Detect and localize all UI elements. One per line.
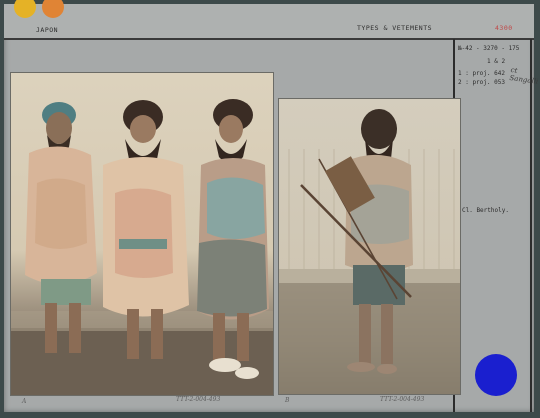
- reference-line-3: 1 : proj. 642: [458, 70, 505, 77]
- card-header: [4, 0, 534, 40]
- photo-three-men: [10, 72, 274, 396]
- card-number: 4300: [495, 24, 513, 32]
- reference-line-4: 2 : proj. 053: [458, 79, 505, 86]
- photo-man-with-bow-drawing: [279, 109, 460, 394]
- photographer-note: Cl. Bertholy.: [462, 207, 509, 214]
- reference-line-2: 1 & 2: [487, 58, 506, 65]
- photo-three-men-drawing: [11, 99, 273, 395]
- right-border: [530, 39, 532, 412]
- orange-tab-dot: [42, 0, 64, 18]
- photo-1-catalog-number: TTT-2-004-493: [176, 396, 221, 403]
- photo-2-letter: B: [285, 397, 290, 404]
- reference-line-1: №-42 - 3270 - 175: [458, 45, 520, 52]
- photo-2-catalog-number: TTT-2-004-493: [380, 396, 425, 403]
- photo-1-letter: A: [22, 398, 27, 405]
- yellow-tab-dot: [14, 0, 36, 18]
- blue-marker-dot: [475, 354, 517, 396]
- country-label: JAPON: [36, 26, 59, 34]
- category-label: TYPES & VETEMENTS: [357, 24, 433, 32]
- photo-man-with-bow: [278, 98, 461, 395]
